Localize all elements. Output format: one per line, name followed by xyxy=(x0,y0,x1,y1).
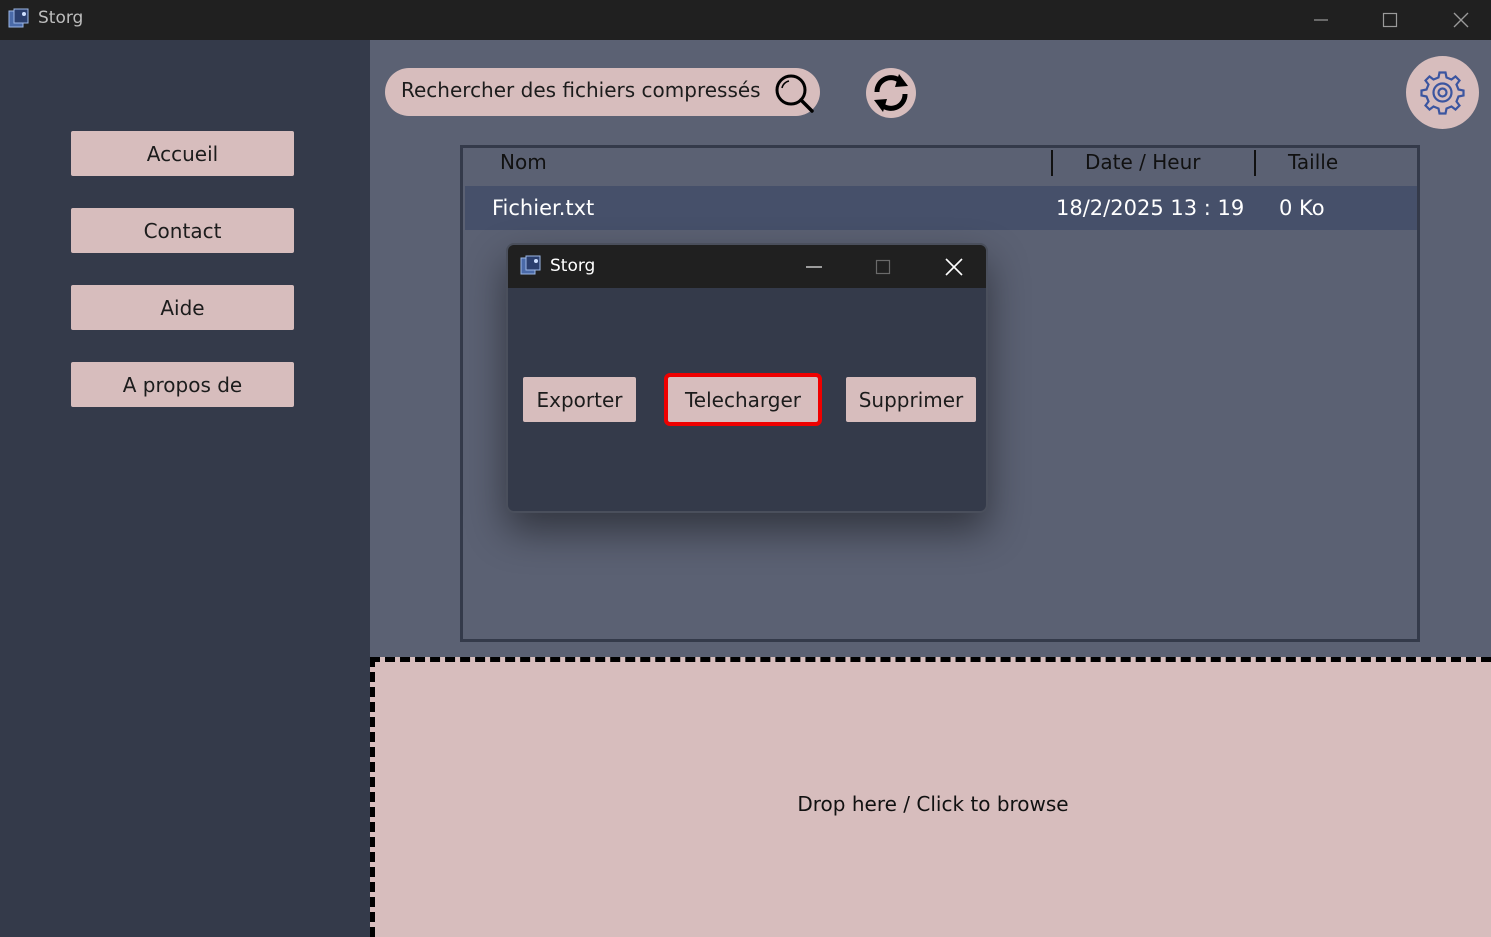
dialog-close-button[interactable] xyxy=(929,245,979,288)
settings-button[interactable] xyxy=(1406,56,1479,129)
gear-icon xyxy=(1420,71,1465,115)
column-header-name[interactable]: Nom xyxy=(500,150,547,174)
dialog-maximize-button[interactable] xyxy=(858,245,908,288)
column-header-size[interactable]: Taille xyxy=(1288,150,1338,174)
sidebar-item-accueil[interactable]: Accueil xyxy=(71,131,294,176)
column-divider xyxy=(1254,150,1256,176)
file-size-cell: 0 Ko xyxy=(1279,196,1325,220)
file-name-cell: Fichier.txt xyxy=(492,196,595,220)
window-titlebar: Storg xyxy=(0,0,1491,40)
window-title: Storg xyxy=(38,8,84,28)
minimize-button[interactable] xyxy=(1291,0,1351,40)
table-row[interactable]: Fichier.txt 18/2/2025 13 : 19 0 Ko xyxy=(465,186,1417,230)
minimize-icon xyxy=(1314,19,1328,21)
close-button[interactable] xyxy=(1431,0,1491,40)
search-label: Rechercher des fichiers compressés xyxy=(401,78,761,102)
close-icon xyxy=(945,257,963,276)
minimize-icon xyxy=(806,265,822,268)
action-dialog: Storg Exporter Telecharger Supprimer xyxy=(506,243,988,513)
sidebar-item-a-propos[interactable]: A propos de xyxy=(71,362,294,407)
column-header-date[interactable]: Date / Heur xyxy=(1085,150,1201,174)
dialog-minimize-button[interactable] xyxy=(789,245,839,288)
close-icon xyxy=(1453,12,1469,28)
column-divider xyxy=(1051,150,1053,176)
export-button[interactable]: Exporter xyxy=(523,377,636,422)
app-icon xyxy=(520,255,542,277)
search-button[interactable]: Rechercher des fichiers compressés xyxy=(385,68,820,116)
sidebar-item-aide[interactable]: Aide xyxy=(71,285,294,330)
dialog-title: Storg xyxy=(550,256,596,276)
refresh-icon xyxy=(874,74,908,112)
drop-zone-label: Drop here / Click to browse xyxy=(797,792,1069,816)
app-icon xyxy=(8,8,30,30)
search-icon xyxy=(773,72,815,119)
dialog-titlebar: Storg xyxy=(508,245,986,288)
download-button[interactable]: Telecharger xyxy=(664,373,822,426)
sidebar: Accueil Contact Aide A propos de xyxy=(0,40,370,937)
maximize-button[interactable] xyxy=(1360,0,1420,40)
maximize-icon xyxy=(875,259,891,274)
drop-zone[interactable]: Drop here / Click to browse xyxy=(370,657,1491,937)
file-date-cell: 18/2/2025 13 : 19 xyxy=(1056,196,1245,220)
refresh-button[interactable] xyxy=(866,68,916,118)
maximize-icon xyxy=(1382,12,1398,28)
sidebar-item-contact[interactable]: Contact xyxy=(71,208,294,253)
delete-button[interactable]: Supprimer xyxy=(846,377,976,422)
